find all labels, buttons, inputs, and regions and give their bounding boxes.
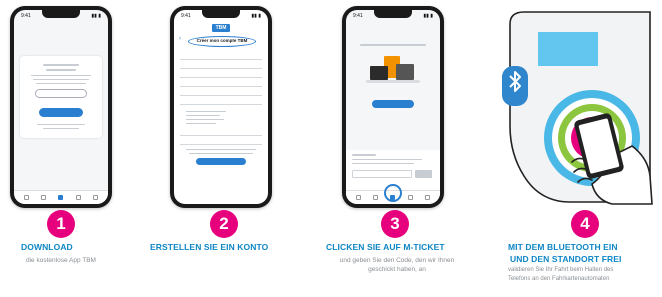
- tab-ticket-icon[interactable]: [58, 195, 64, 200]
- phone-download-screen: 9:41 ▮▮ ▮: [10, 6, 112, 208]
- create-account-header: Créer mon compte TBM: [188, 36, 256, 47]
- form-field[interactable]: [180, 63, 262, 69]
- form-field[interactable]: [180, 99, 262, 105]
- primary-action-button[interactable]: [39, 108, 83, 117]
- card-heading-placeholder: [20, 64, 102, 71]
- code-input[interactable]: [352, 170, 412, 178]
- card-footer-placeholder: [20, 124, 102, 129]
- form-field[interactable]: [180, 81, 262, 87]
- terms-text-placeholder: [182, 149, 260, 154]
- phone-account-screen: 9:41 ▮▮ ▮ TBM ‹ Créer mon compte TBM: [170, 6, 272, 208]
- step-number-badge: 3: [381, 210, 409, 238]
- account-form: [174, 54, 268, 165]
- tab-search-icon[interactable]: [41, 195, 47, 200]
- step-number-badge: 4: [571, 210, 599, 238]
- form-field[interactable]: [180, 72, 262, 78]
- tab-map-icon[interactable]: [75, 195, 81, 200]
- step-title: CLICKEN SIE AUF M-TICKET: [326, 242, 445, 252]
- tab-home-icon[interactable]: [24, 195, 30, 200]
- download-card: [20, 56, 102, 138]
- step-description-line: und geben Sie den Code, den wir Ihnen: [339, 257, 455, 264]
- tab-profile-icon[interactable]: [92, 195, 98, 200]
- validator-screen: [538, 32, 598, 66]
- phone-screen: 9:41 ▮▮ ▮: [14, 10, 108, 204]
- tab-profile-icon[interactable]: [424, 195, 430, 200]
- step-description-line: Telefons an den Fahrkartenautomaten: [508, 276, 610, 282]
- mticket-tab-highlight: [384, 184, 402, 202]
- phone-notch: [202, 10, 240, 18]
- step-title-line: MIT DEM BLUETOOTH EIN: [508, 242, 618, 252]
- validate-code-button[interactable]: [415, 170, 432, 178]
- mticket-heading-placeholder: [356, 44, 430, 49]
- create-account-button[interactable]: [196, 158, 246, 165]
- tab-map-icon[interactable]: [407, 195, 413, 200]
- phone-mticket-screen: 9:41 ▮▮ ▮: [342, 6, 444, 208]
- shopping-bags-illustration: [366, 56, 420, 90]
- instructions-strip: 9:41 ▮▮ ▮ 9:41 ▮▮ ▮ TBM ‹ Créer mon comp…: [0, 0, 662, 297]
- tab-bar: [14, 190, 108, 204]
- password-rules-placeholder: [186, 111, 260, 124]
- form-field[interactable]: [180, 54, 262, 60]
- tbm-logo: TBM: [212, 24, 230, 32]
- form-field[interactable]: [180, 90, 262, 96]
- card-text-placeholder: [20, 75, 102, 84]
- phone-screen: 9:41 ▮▮ ▮ TBM ‹ Créer mon compte TBM: [174, 10, 268, 204]
- step-title: DOWNLOAD: [21, 242, 73, 252]
- form-field[interactable]: [180, 130, 262, 136]
- validator-illustration: [502, 11, 653, 205]
- back-arrow-icon[interactable]: ‹: [179, 36, 181, 42]
- mticket-action-button[interactable]: [372, 100, 414, 108]
- tab-home-icon[interactable]: [356, 195, 362, 200]
- phone-screen: 9:41 ▮▮ ▮: [346, 10, 440, 204]
- step-title: ERSTELLEN SIE EIN KONTO: [150, 242, 269, 252]
- phone-notch: [42, 10, 80, 18]
- code-panel-text-placeholder: [352, 154, 434, 164]
- secondary-action-button[interactable]: [35, 89, 87, 98]
- step-description-line: geschickt haben, an: [368, 266, 426, 273]
- tab-search-icon[interactable]: [373, 195, 379, 200]
- phone-notch: [374, 10, 412, 18]
- step-description: die kostenlose App TBM: [26, 257, 96, 264]
- form-field[interactable]: [180, 139, 262, 145]
- step-number-badge: 2: [210, 210, 238, 238]
- step-title-line: UND DEN STANDORT FREI: [510, 254, 622, 264]
- step-number-badge: 1: [47, 210, 75, 238]
- step-description-line: validieren Sie Ihr Fahrt beim Halten des: [508, 267, 614, 273]
